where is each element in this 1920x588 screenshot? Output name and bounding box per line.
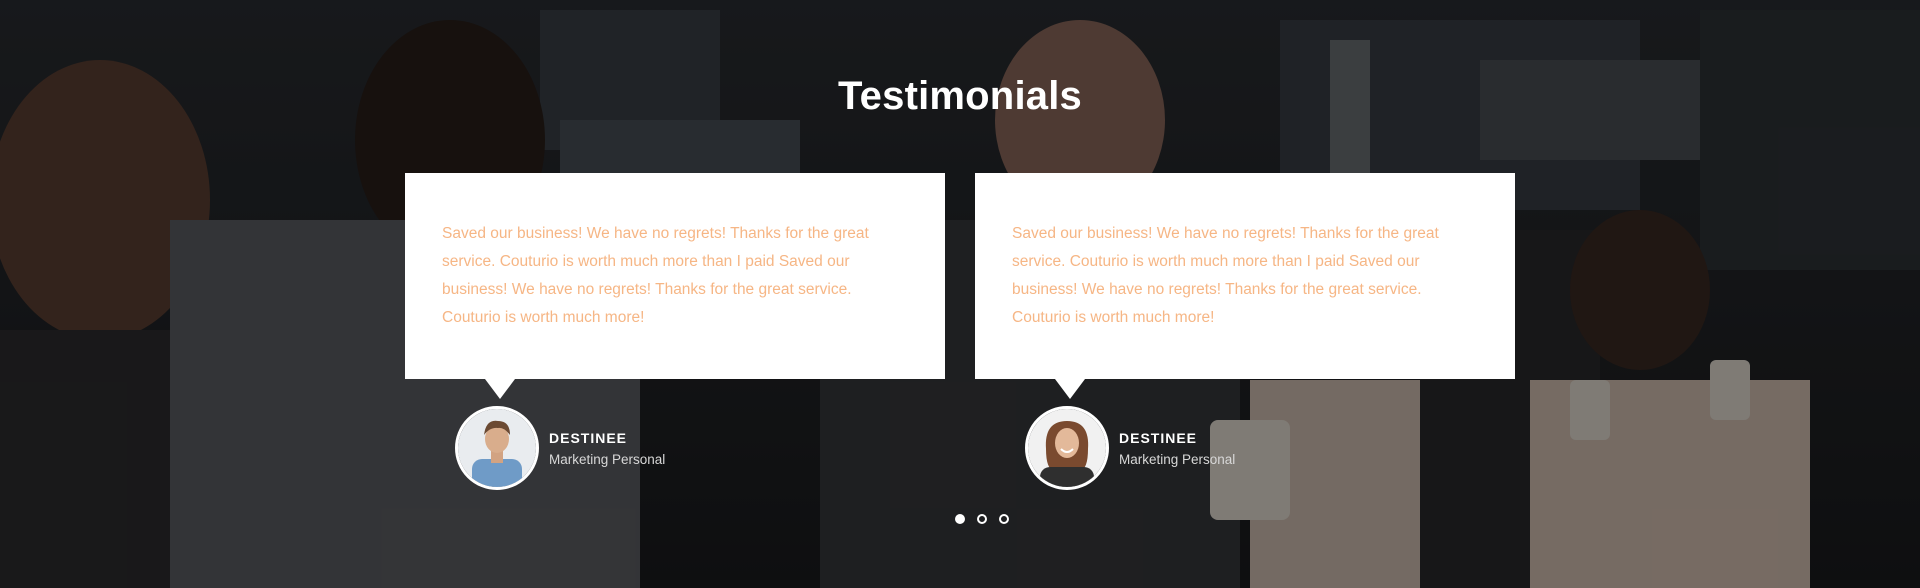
card-pointer [485,379,515,399]
testimonial-card: Saved our business! We have no regrets! … [405,173,945,399]
female-avatar-photo-icon [1025,406,1109,490]
male-avatar-photo-icon [455,406,539,490]
author-name: DESTINEE [1119,429,1198,446]
section-title: Testimonials [838,74,1082,118]
author-role: Marketing Personal [549,451,666,467]
carousel-pagination [22,514,1920,524]
testimonial-quote: Saved our business! We have no regrets! … [1012,225,1439,326]
pagination-dot-2[interactable] [977,514,987,524]
testimonial-card: Saved our business! We have no regrets! … [975,173,1515,399]
testimonial-author: DESTINEE Marketing Personal [455,406,665,490]
pagination-dot-3[interactable] [999,514,1009,524]
testimonials-section: Testimonials Saved our business! We have… [0,0,1920,588]
testimonial-author: DESTINEE Marketing Personal [1025,406,1235,490]
author-name: DESTINEE [549,429,628,446]
author-role: Marketing Personal [1119,451,1236,467]
testimonial-quote: Saved our business! We have no regrets! … [442,225,869,326]
pagination-dot-1[interactable] [955,514,965,524]
card-pointer [1055,379,1085,399]
